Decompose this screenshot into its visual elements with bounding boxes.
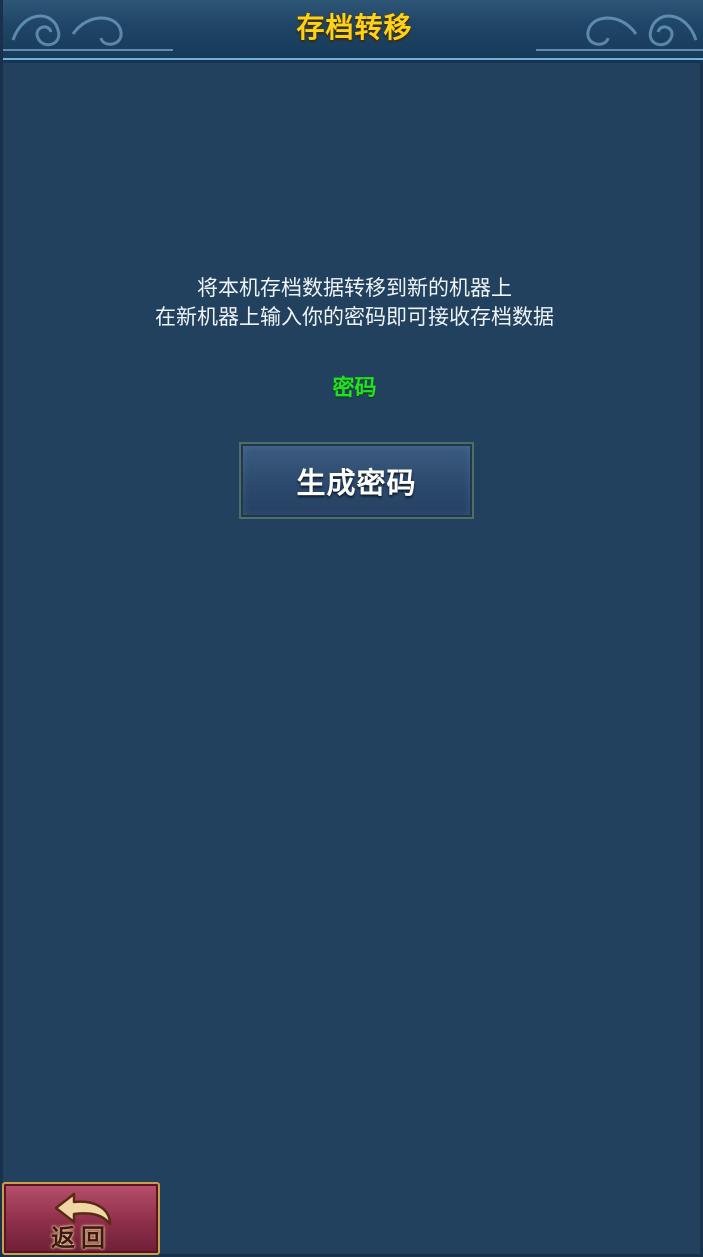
password-label: 密码 xyxy=(332,376,377,401)
app-frame: 存档转移 将本机存档数据转移到新的机器上 在新机器上输入你的密码即可接收存档数据… xyxy=(0,0,703,1257)
title-bar: 存档转移 xyxy=(3,0,703,60)
transfer-description: 将本机存档数据转移到新的机器上 在新机器上输入你的密码即可接收存档数据 xyxy=(3,274,703,332)
description-line: 将本机存档数据转移到新的机器上 xyxy=(197,276,512,300)
back-button[interactable]: 返回 xyxy=(2,1182,160,1255)
back-button-label: 返回 xyxy=(51,1223,111,1252)
generate-password-button[interactable]: 生成密码 xyxy=(239,442,474,519)
description-line: 在新机器上输入你的密码即可接收存档数据 xyxy=(155,305,554,329)
generate-password-button-label: 生成密码 xyxy=(296,465,417,500)
page-title: 存档转移 xyxy=(296,11,413,44)
